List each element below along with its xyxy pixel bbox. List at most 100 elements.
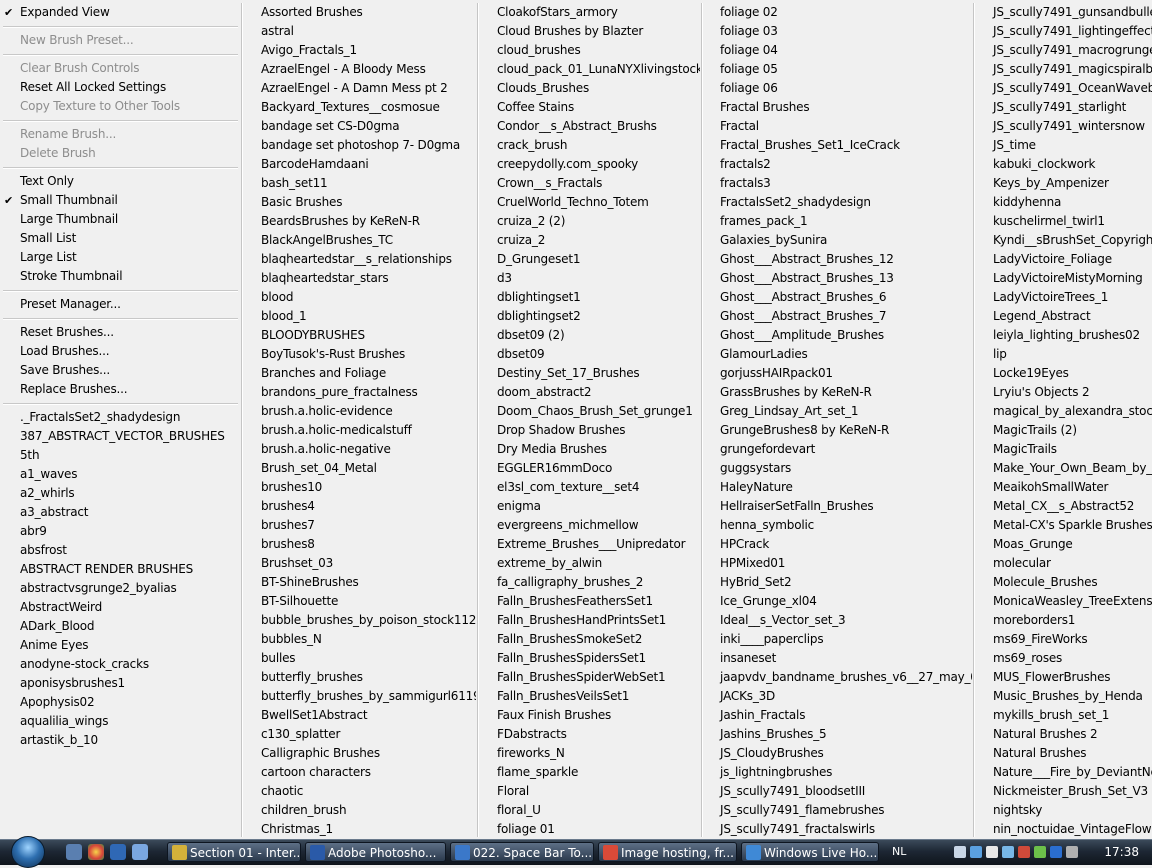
brush-set-item[interactable]: Falln_BrushesSpiderWebSet1 [478,668,700,687]
brush-set-item[interactable]: Faux Finish Brushes [478,706,700,725]
brush-set-item[interactable]: js_lightningbrushes [701,763,972,782]
menu-item[interactable]: ADark_Blood [0,617,240,636]
brush-set-item[interactable]: cloud_pack_01_LunaNYXlivingstock [478,60,700,79]
brush-set-item[interactable]: lip [974,345,1152,364]
brush-set-item[interactable]: JS_CloudyBrushes [701,744,972,763]
brush-set-item[interactable]: GlamourLadies [701,345,972,364]
brush-set-item[interactable]: cruiza_2 [478,231,700,250]
brush-set-item[interactable]: fa_calligraphy_brushes_2 [478,573,700,592]
brush-set-item[interactable]: foliage 03 [701,22,972,41]
brush-set-item[interactable]: Cloud Brushes by Blazter [478,22,700,41]
brush-set-item[interactable]: JS_scully7491_fractalswirls [701,820,972,839]
brush-set-item[interactable]: JACKs_3D [701,687,972,706]
brush-set-item[interactable]: Doom_Chaos_Brush_Set_grunge1 [478,402,700,421]
brush-set-item[interactable]: foliage 05 [701,60,972,79]
brush-set-item[interactable]: Ghost___Abstract_Brushes_12 [701,250,972,269]
brush-set-item[interactable]: chaotic [242,782,476,801]
brush-set-item[interactable]: bulles [242,649,476,668]
brush-set-item[interactable]: dblightingset1 [478,288,700,307]
brush-set-item[interactable]: FractalsSet2_shadydesign [701,193,972,212]
menu-item[interactable]: absfrost [0,541,240,560]
brush-set-item[interactable]: LadyVictoire_Foliage [974,250,1152,269]
brush-set-item[interactable]: CruelWorld_Techno_Totem [478,193,700,212]
menu-item[interactable]: artastik_b_10 [0,731,240,750]
brush-set-item[interactable]: kuschelirmel_twirl1 [974,212,1152,231]
brush-set-item[interactable]: enigma [478,497,700,516]
brush-set-item[interactable]: c130_splatter [242,725,476,744]
brush-set-item[interactable]: JS_scully7491_flamebrushes [701,801,972,820]
brush-set-item[interactable]: nightsky [974,801,1152,820]
brush-set-item[interactable]: JS_scully7491_bloodsetIII [701,782,972,801]
menu-item[interactable]: ✔ Expanded View [0,3,240,22]
brush-set-item[interactable]: brushes7 [242,516,476,535]
brush-set-item[interactable]: Kyndi__sBrushSet_Copyright2006 [974,231,1152,250]
brush-set-item[interactable]: guggsystars [701,459,972,478]
brush-set-item[interactable]: Fractal Brushes [701,98,972,117]
brush-set-item[interactable]: fractals2 [701,155,972,174]
brush-set-item[interactable]: Extreme_Brushes___Unipredator [478,535,700,554]
brush-set-item[interactable]: LadyVictoireTrees_1 [974,288,1152,307]
menu-item[interactable]: Large List [0,248,240,267]
tray-app-icon[interactable] [1018,846,1030,858]
brush-set-item[interactable]: BT-Silhouette [242,592,476,611]
brush-set-item[interactable]: doom_abstract2 [478,383,700,402]
start-button[interactable] [6,836,48,868]
brush-set-item[interactable]: Falln_BrushesSmokeSet2 [478,630,700,649]
menu-item[interactable]: Small List [0,229,240,248]
network-icon[interactable] [954,846,966,858]
brush-set-item[interactable]: Legend_Abstract [974,307,1152,326]
skype-icon[interactable] [1050,846,1062,858]
menu-item[interactable]: Anime Eyes [0,636,240,655]
brush-set-item[interactable]: inki____paperclips [701,630,972,649]
brush-set-item[interactable]: evergreens_michmellow [478,516,700,535]
brush-set-item[interactable]: CloakofStars_armory [478,3,700,22]
brush-set-item[interactable]: AzraelEngel - A Damn Mess pt 2 [242,79,476,98]
menu-item[interactable]: Stroke Thumbnail [0,267,240,286]
menu-item[interactable]: a2_whirls [0,484,240,503]
brush-set-item[interactable]: Jashins_Brushes_5 [701,725,972,744]
brush-set-item[interactable]: foliage 06 [701,79,972,98]
brush-set-item[interactable]: Ghost___Amplitude_Brushes [701,326,972,345]
menu-item[interactable]: 387_ABSTRACT_VECTOR_BRUSHES [0,427,240,446]
menu-item[interactable]: Reset Brushes... [0,323,240,342]
clock[interactable]: 17:38 [1104,845,1139,859]
brush-set-item[interactable]: Assorted Brushes [242,3,476,22]
brush-set-item[interactable]: blood_1 [242,307,476,326]
brush-set-item[interactable]: MUS_FlowerBrushes [974,668,1152,687]
menu-item[interactable]: aponisysbrushes1 [0,674,240,693]
brush-set-item[interactable]: Backyard_Textures__cosmosue [242,98,476,117]
brush-set-item[interactable]: el3sl_com_texture__set4 [478,478,700,497]
brush-set-item[interactable]: butterfly_brushes [242,668,476,687]
brush-set-item[interactable]: magical_by_alexandra_stock [974,402,1152,421]
brush-set-item[interactable]: Metal_CX__s_Abstract52 [974,497,1152,516]
brush-set-item[interactable]: blaqheartedstar_stars [242,269,476,288]
brush-set-item[interactable]: moreborders1 [974,611,1152,630]
menu-item[interactable]: aqualilia_wings [0,712,240,731]
brush-set-item[interactable]: HaleyNature [701,478,972,497]
brush-set-item[interactable]: cloud_brushes [478,41,700,60]
brush-set-item[interactable]: ms69_roses [974,649,1152,668]
messenger-icon[interactable] [970,846,982,858]
brush-set-item[interactable]: molecular [974,554,1152,573]
brush-set-item[interactable]: Fractal_Brushes_Set1_IceCrack [701,136,972,155]
brush-set-item[interactable]: bandage set photoshop 7- D0gma [242,136,476,155]
brush-set-item[interactable]: fireworks_N [478,744,700,763]
chrome-icon[interactable] [88,844,104,860]
menu-item[interactable]: Preset Manager... [0,295,240,314]
brush-set-item[interactable]: HPMixed01 [701,554,972,573]
brush-set-item[interactable]: Dry Media Brushes [478,440,700,459]
brush-set-item[interactable]: JS_scully7491_lightingeffectbrushes [974,22,1152,41]
brush-set-item[interactable]: Basic Brushes [242,193,476,212]
brush-set-item[interactable]: Ghost___Abstract_Brushes_6 [701,288,972,307]
brush-set-item[interactable]: ms69_FireWorks [974,630,1152,649]
brush-set-item[interactable]: Falln_BrushesVeilsSet1 [478,687,700,706]
brush-set-item[interactable]: Greg_Lindsay_Art_set_1 [701,402,972,421]
brush-set-item[interactable]: BT-ShineBrushes [242,573,476,592]
brush-set-item[interactable]: Fractal [701,117,972,136]
brush-set-item[interactable]: frames_pack_1 [701,212,972,231]
brush-set-item[interactable]: Branches and Foliage [242,364,476,383]
brush-set-item[interactable]: JS_scully7491_starlight [974,98,1152,117]
menu-item[interactable]: ABSTRACT RENDER BRUSHES [0,560,240,579]
volume-icon[interactable] [986,846,998,858]
brush-set-item[interactable]: MeaikohSmallWater [974,478,1152,497]
